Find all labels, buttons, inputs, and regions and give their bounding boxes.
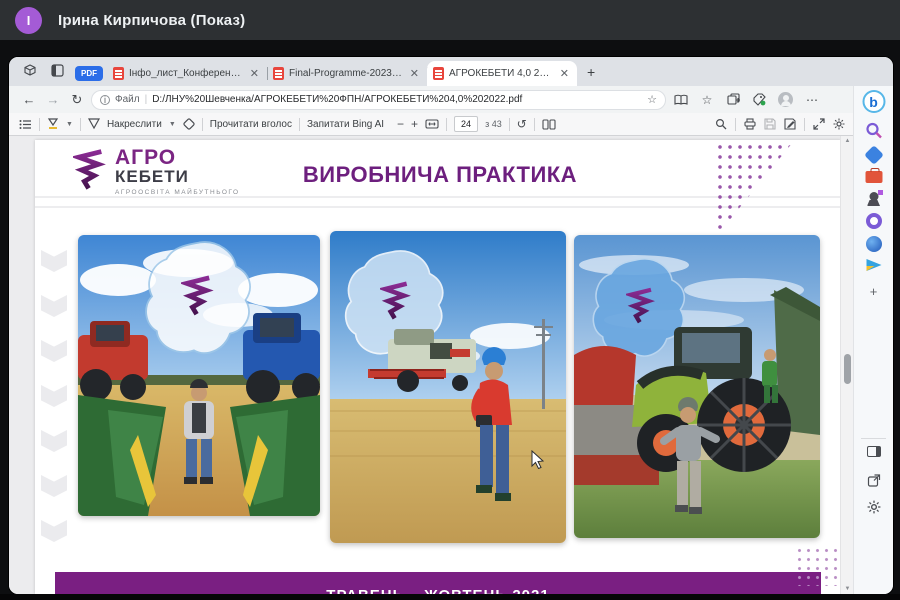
draw-button[interactable]: Накреслити — [107, 119, 162, 130]
tab-agrokebety-active[interactable]: АГРОКЕБЕТИ 4,0 2022.pdf ✕ — [427, 61, 577, 86]
page-layout-icon[interactable] — [542, 119, 556, 130]
workspaces-icon[interactable] — [23, 64, 39, 80]
bing-chat-icon[interactable]: b — [862, 90, 885, 113]
profile-avatar[interactable] — [778, 92, 793, 107]
refresh-icon[interactable]: ↻ — [67, 92, 87, 108]
chevron-down-icon[interactable]: ▼ — [66, 121, 73, 128]
mouse-cursor — [531, 450, 544, 474]
fit-width-icon[interactable] — [425, 119, 439, 129]
tab-search-icon[interactable] — [51, 64, 67, 80]
read-aloud-button[interactable]: Прочитати вголос — [210, 119, 292, 130]
back-icon[interactable]: ← — [19, 92, 39, 107]
open-external-icon[interactable] — [867, 474, 880, 487]
tab-strip: PDF Інфо_лист_Конференція_АГРАР ✕ Final-… — [9, 57, 893, 86]
close-icon[interactable]: ✕ — [558, 67, 571, 80]
page-number-input[interactable]: 24 — [454, 116, 478, 132]
page-count: з 43 — [485, 119, 502, 129]
pdf-file-icon — [433, 67, 444, 80]
toolbox-icon[interactable] — [865, 171, 882, 183]
pdf-scrollbar[interactable]: ▲ ▼ — [840, 136, 853, 594]
close-icon[interactable]: ✕ — [408, 67, 421, 80]
pdf-mode-badge[interactable]: PDF — [75, 66, 103, 81]
toc-icon[interactable] — [19, 119, 32, 130]
pdf-page: АГРО КЕБЕТИ АГРООСВІТА МАЙБУТНЬОГО ВИРОБ… — [35, 140, 841, 594]
tab-final-programme[interactable]: Final-Programme-2023.pdf ✕ — [267, 61, 427, 86]
zoom-in-icon[interactable]: + — [411, 117, 418, 131]
highlighter-icon[interactable] — [47, 118, 59, 130]
presenter-bar: I Ірина Кирпичова (Показ) — [0, 0, 900, 40]
agrokebety-logo-icon — [73, 148, 107, 192]
pdf-toolbar: ▼ Накреслити ▼ Прочитати вголос Запитати… — [9, 113, 853, 136]
new-tab-button[interactable]: + — [587, 64, 595, 80]
address-path: D:/ЛНУ%20Шевченка/АГРОКЕБЕТИ%20ФПН/АГРОК… — [152, 94, 642, 105]
pdf-file-icon — [273, 67, 284, 80]
pdf-file-icon — [113, 67, 124, 80]
person-in-coveralls — [762, 349, 778, 403]
shopping-tag-icon[interactable] — [864, 145, 884, 165]
edge-sidebar-rail: b + — [853, 86, 893, 594]
shopping-icon[interactable] — [748, 93, 770, 106]
rotate-icon[interactable]: ↺ — [517, 117, 527, 131]
sidebar-search-icon[interactable] — [865, 122, 882, 139]
sidebar-settings-icon[interactable] — [867, 500, 881, 514]
slide-logo: АГРО КЕБЕТИ АГРООСВІТА МАЙБУТНЬОГО — [73, 148, 240, 196]
messenger-icon[interactable] — [866, 259, 881, 271]
address-bar-row: ← → ↻ i Файл | D:/ЛНУ%20Шевченка/АГРОКЕБ… — [9, 86, 853, 113]
chevron-down-icon[interactable]: ▼ — [169, 121, 176, 128]
address-input[interactable]: i Файл | D:/ЛНУ%20Шевченка/АГРОКЕБЕТИ%20… — [91, 90, 666, 110]
site-info-icon[interactable]: i — [100, 95, 110, 105]
browser-window: PDF Інфо_лист_Конференція_АГРАР ✕ Final-… — [9, 57, 893, 594]
search-document-icon[interactable] — [715, 118, 727, 130]
favorites-icon[interactable]: ☆ — [696, 93, 718, 107]
print-icon[interactable] — [744, 118, 756, 130]
scroll-up-icon[interactable]: ▲ — [841, 138, 853, 144]
pdf-viewer: АГРО КЕБЕТИ АГРООСВІТА МАЙБУТНЬОГО ВИРОБ… — [9, 136, 853, 594]
forward-icon[interactable]: → — [43, 92, 63, 107]
games-icon[interactable] — [869, 192, 878, 201]
add-sidebar-app-icon[interactable]: + — [870, 284, 878, 299]
sidebar-panel-icon[interactable] — [867, 446, 881, 457]
slide-title: ВИРОБНИЧА ПРАКТИКА — [260, 162, 620, 188]
close-icon[interactable]: ✕ — [248, 67, 261, 80]
photo-green-tractor — [574, 235, 820, 538]
presenter-name: Ірина Кирпичова (Показ) — [58, 12, 245, 29]
loop-app-icon[interactable] — [866, 213, 882, 229]
scroll-down-icon[interactable]: ▼ — [841, 586, 853, 592]
dot-pattern-top-right — [715, 142, 793, 238]
reading-mode-icon[interactable] — [670, 94, 692, 106]
collections-icon[interactable] — [722, 93, 744, 106]
eraser-icon[interactable] — [183, 118, 195, 130]
presenter-avatar: I — [15, 7, 42, 34]
scrollbar-thumb[interactable] — [844, 354, 851, 384]
draw-pen-icon[interactable] — [88, 118, 100, 130]
slide-footer-bar: ТРАВЕНЬ – ЖОВТЕНЬ 2021 — [55, 572, 821, 594]
save-as-icon[interactable] — [784, 118, 796, 130]
microsoft-365-icon[interactable] — [866, 236, 882, 252]
save-icon[interactable] — [764, 118, 776, 130]
tab-info-list[interactable]: Інфо_лист_Конференція_АГРАР ✕ — [107, 61, 267, 86]
browser-menu-icon[interactable]: ⋯ — [801, 93, 823, 107]
ask-bing-button[interactable]: Запитати Bing AI — [307, 119, 384, 130]
dot-pattern-bottom-right — [795, 546, 841, 586]
zoom-out-icon[interactable]: − — [397, 117, 404, 131]
photo-combine-harvester — [330, 231, 566, 543]
favorite-star-icon[interactable]: ☆ — [647, 93, 657, 106]
photo-two-tractors-field — [78, 235, 320, 516]
settings-gear-icon[interactable] — [833, 118, 845, 130]
fullscreen-icon[interactable] — [813, 118, 825, 130]
